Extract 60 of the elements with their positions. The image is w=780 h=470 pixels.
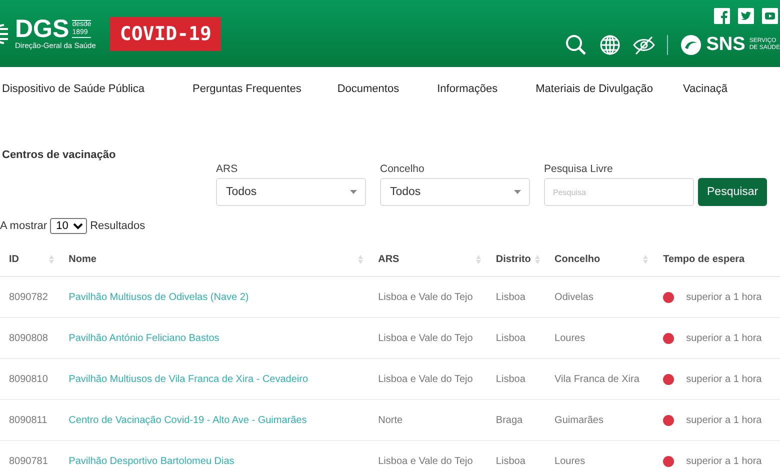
- table-cell: Loures: [554, 456, 586, 466]
- caret-icon: [514, 190, 521, 194]
- nav-link[interactable]: Vacinaçã: [683, 83, 728, 95]
- table-cell: Lisboa e Vale do Tejo: [378, 456, 473, 466]
- table-cell: Odivelas: [554, 292, 594, 302]
- table-cell: Lisboa e Vale do Tejo: [378, 374, 473, 384]
- table-cell: Lisboa: [496, 374, 526, 384]
- table-cell: 8090808: [9, 332, 48, 344]
- covid-badge[interactable]: COVID-19: [110, 16, 222, 50]
- nav-link[interactable]: Informações: [437, 83, 498, 95]
- sns-logo-icon: [680, 34, 702, 56]
- search-icon[interactable]: [565, 34, 588, 56]
- table-cell: Lisboa: [496, 332, 526, 344]
- dropdown[interactable]: Todos: [216, 178, 366, 206]
- table-cell: superior a 1 hora: [686, 374, 762, 384]
- search-button[interactable]: Pesquisar: [698, 178, 768, 206]
- filter-label: Concelho: [380, 163, 426, 175]
- page-size-label: A mostrar: [0, 220, 48, 232]
- table-cell: Vila Franca de Xira: [554, 374, 640, 384]
- column-header[interactable]: Concelho: [554, 254, 600, 265]
- table-cell: superior a 1 hora: [686, 414, 762, 426]
- table-cell: Lisboa: [496, 292, 526, 302]
- table-cell: 8090782: [9, 292, 48, 302]
- nav-link[interactable]: Materiais de Divulgação: [536, 83, 654, 95]
- filter-label: ARS: [216, 163, 239, 175]
- page-size-select[interactable]: 10: [50, 218, 88, 234]
- twitter-icon[interactable]: [738, 8, 754, 24]
- column-header[interactable]: Nome: [68, 254, 96, 265]
- table-cell: Loures: [554, 332, 586, 344]
- page-size-label: Resultados: [90, 220, 146, 232]
- caret-icon: [350, 190, 357, 194]
- sns-logo-text: SNS: [706, 34, 746, 56]
- globe-icon[interactable]: [599, 34, 622, 56]
- table-cell: 8090811: [9, 414, 48, 426]
- nav-link[interactable]: Dispositivo de Saúde Pública: [2, 83, 144, 95]
- filter-label: Pesquisa Livre: [544, 163, 614, 175]
- facebook-icon[interactable]: [714, 8, 730, 24]
- nav-link[interactable]: Documentos: [337, 83, 400, 95]
- column-header[interactable]: ID: [9, 254, 19, 265]
- column-header[interactable]: ARS: [378, 254, 400, 265]
- table-cell: Norte: [378, 414, 403, 426]
- logo-text: DGS: [15, 17, 70, 41]
- table-cell: superior a 1 hora: [686, 332, 762, 344]
- column-header[interactable]: Tempo de espera: [663, 254, 745, 265]
- table-cell: Lisboa: [496, 456, 526, 466]
- dropdown[interactable]: Todos: [380, 178, 530, 206]
- youtube-icon[interactable]: [762, 8, 778, 24]
- table-cell: Lisboa e Vale do Tejo: [378, 332, 473, 344]
- section-title: Centros de vacinação: [2, 149, 117, 161]
- table-cell: 8090810: [9, 374, 48, 384]
- column-header[interactable]: Distrito: [496, 254, 531, 265]
- table-cell: Lisboa e Vale do Tejo: [378, 292, 473, 302]
- nav-link[interactable]: Perguntas Frequentes: [192, 83, 302, 95]
- search-field[interactable]: Pesquisa: [544, 178, 694, 206]
- table-cell: superior a 1 hora: [686, 456, 762, 466]
- table-cell: superior a 1 hora: [686, 292, 762, 302]
- table-cell: Guimarães: [554, 414, 604, 426]
- table-cell: Braga: [496, 414, 523, 426]
- eye-slash-icon[interactable]: [633, 34, 656, 56]
- table-cell: 8090781: [9, 456, 48, 466]
